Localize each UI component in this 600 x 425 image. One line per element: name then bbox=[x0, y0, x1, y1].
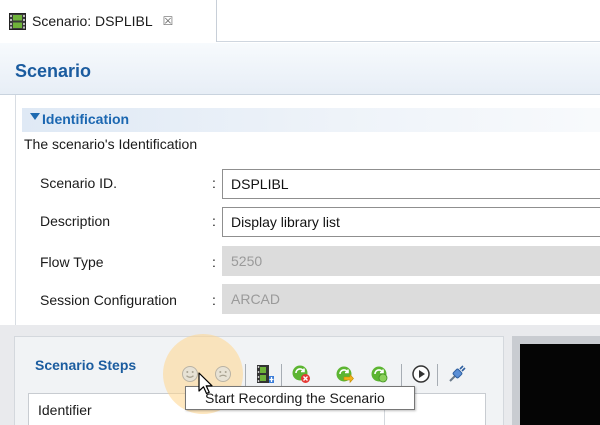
film-icon bbox=[9, 12, 26, 30]
field-separator: : bbox=[212, 213, 216, 229]
refresh-icon[interactable] bbox=[369, 364, 389, 384]
toolbar-separator bbox=[245, 364, 246, 386]
identification-section-title[interactable]: Identification bbox=[42, 111, 129, 127]
field-separator: : bbox=[212, 175, 216, 191]
session-configuration-label: Session Configuration bbox=[40, 292, 177, 308]
play-icon[interactable] bbox=[411, 364, 431, 384]
page-title: Scenario bbox=[15, 61, 92, 81]
scenario-id-label: Scenario ID. bbox=[40, 175, 118, 191]
film-add-icon[interactable] bbox=[255, 364, 275, 384]
stop-record-icon[interactable] bbox=[213, 364, 233, 384]
editor-tab-strip: Scenario: DSPLIBL ☒ bbox=[0, 0, 600, 42]
toolbar-separator bbox=[437, 364, 438, 386]
column-header-identifier[interactable]: Identifier bbox=[38, 402, 92, 418]
editor-tab-title: Scenario: DSPLIBL bbox=[32, 13, 153, 29]
delete-icon[interactable] bbox=[291, 364, 311, 384]
expand-triangle-icon[interactable] bbox=[30, 113, 40, 120]
session-configuration-field: ARCAD bbox=[222, 284, 600, 314]
scenario-steps-title: Scenario Steps bbox=[35, 357, 137, 373]
field-separator: : bbox=[212, 292, 216, 308]
editor-tab-scenario[interactable]: Scenario: DSPLIBL ☒ bbox=[0, 0, 217, 42]
close-icon[interactable]: ☒ bbox=[163, 14, 174, 28]
plug-icon[interactable] bbox=[447, 364, 467, 384]
identification-section-description: The scenario's Identification bbox=[24, 136, 198, 152]
record-icon[interactable] bbox=[180, 364, 200, 384]
flow-type-field: 5250 bbox=[222, 246, 600, 276]
screen-preview bbox=[520, 344, 600, 425]
field-separator: : bbox=[212, 254, 216, 270]
mouse-cursor-icon bbox=[198, 372, 213, 395]
description-label: Description bbox=[40, 213, 111, 229]
toolbar-separator bbox=[281, 364, 282, 386]
insert-icon[interactable] bbox=[334, 364, 354, 384]
toolbar-separator bbox=[401, 364, 402, 386]
scenario-id-field[interactable]: DSPLIBL bbox=[222, 169, 600, 199]
tooltip: Start Recording the Scenario bbox=[185, 386, 415, 410]
flow-type-label: Flow Type bbox=[40, 254, 104, 270]
form-header: Scenario bbox=[0, 43, 600, 95]
description-field[interactable]: Display library list bbox=[222, 207, 600, 237]
